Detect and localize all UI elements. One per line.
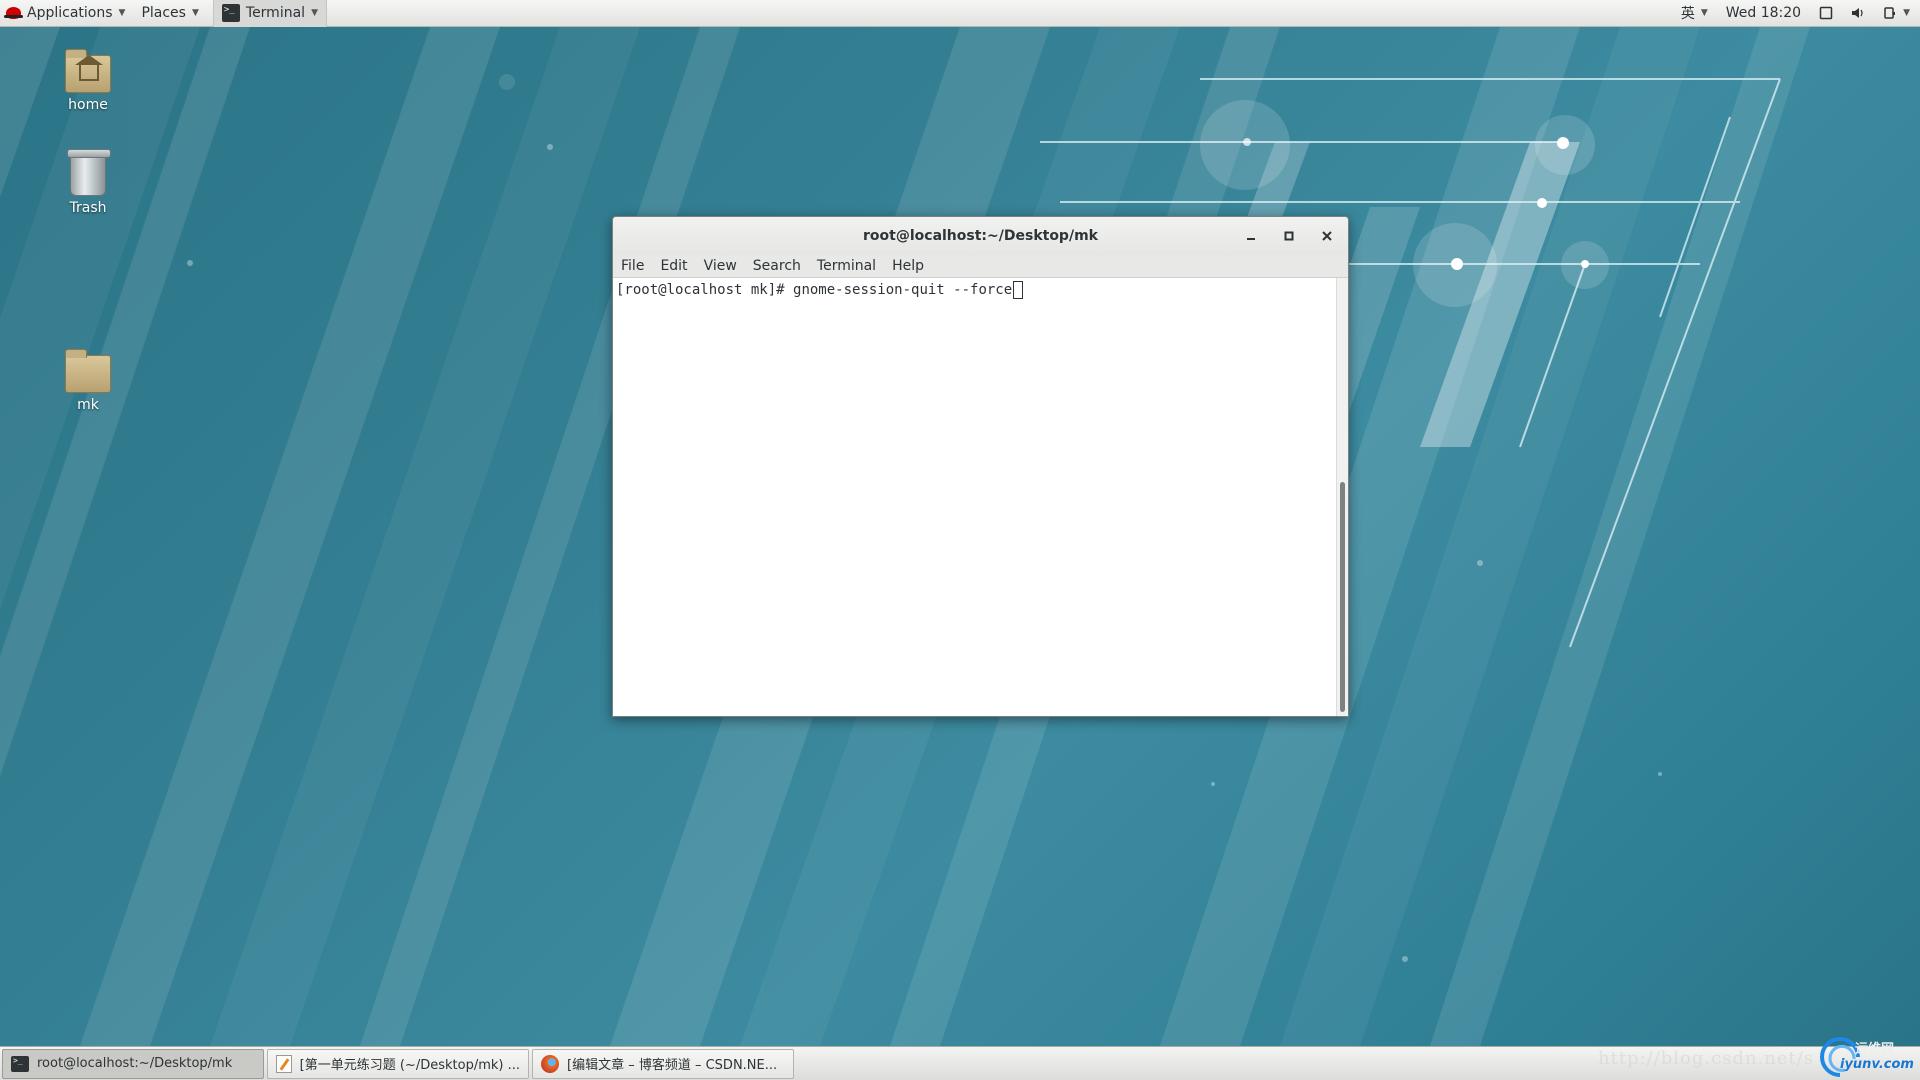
window-titlebar[interactable]: root@localhost:~/Desktop/mk (613, 217, 1348, 255)
places-menu-label: Places (141, 5, 186, 21)
taskbar-item-label: [编辑文章 – 博客频道 – CSDN.NE... (567, 1058, 778, 1073)
maximize-icon (1284, 231, 1294, 241)
volume-icon[interactable] (1851, 6, 1865, 20)
redhat-logo-icon (4, 7, 23, 19)
top-panel: Applications ▼ Places ▼ >_ Terminal ▼ 英 … (0, 0, 1920, 27)
taskbar-item-terminal[interactable]: >_ root@localhost:~/Desktop/mk (2, 1048, 264, 1079)
chevron-down-icon: ▼ (1700, 8, 1708, 18)
applications-menu[interactable]: Applications ▼ (0, 0, 133, 27)
terminal-menubar: File Edit View Search Terminal Help (613, 255, 1348, 278)
terminal-icon: >_ (221, 4, 240, 22)
minimize-button[interactable] (1238, 225, 1264, 247)
places-menu[interactable]: Places ▼ (133, 0, 206, 27)
scrollbar-thumb[interactable] (1340, 482, 1345, 712)
menu-terminal[interactable]: Terminal (817, 258, 876, 274)
scrollbar[interactable] (1336, 278, 1348, 716)
menu-help[interactable]: Help (892, 258, 924, 274)
menu-edit[interactable]: Edit (660, 258, 687, 274)
close-button[interactable] (1314, 225, 1340, 247)
chevron-down-icon: ▼ (191, 8, 199, 18)
desktop-icon-trash[interactable]: Trash (43, 149, 133, 216)
menu-view[interactable]: View (704, 258, 737, 274)
typed-command: gnome-session-quit --force (793, 282, 1013, 298)
terminal-app-menu[interactable]: >_ Terminal ▼ (212, 0, 327, 27)
applications-menu-label: Applications (27, 5, 113, 21)
watermark-url: http://blog.csdn.net/s (1598, 1048, 1815, 1069)
window-icon[interactable] (1819, 6, 1833, 20)
chevron-down-icon: ▼ (311, 8, 318, 18)
menu-file[interactable]: File (621, 258, 644, 274)
input-method-indicator[interactable]: 英 ▼ (1681, 3, 1708, 23)
terminal-output-area[interactable]: [root@localhost mk]# gnome-session-quit … (613, 278, 1348, 716)
close-icon (1322, 231, 1332, 241)
power-icon (1884, 7, 1896, 19)
desktop-icon-home[interactable]: home (43, 49, 133, 113)
clock[interactable]: Wed 18:20 (1726, 5, 1801, 21)
desktop-icon-label: mk (77, 397, 99, 413)
taskbar-item-label: root@localhost:~/Desktop/mk (37, 1056, 233, 1071)
menu-search[interactable]: Search (753, 258, 801, 274)
minimize-icon (1247, 238, 1255, 240)
terminal-app-menu-label: Terminal (245, 5, 306, 21)
terminal-window: root@localhost:~/Desktop/mk File Edit Vi… (612, 216, 1349, 717)
logo-text-bottom: iyunv.com (1840, 1057, 1914, 1072)
input-method-label: 英 (1680, 6, 1695, 22)
taskbar-item-text-editor[interactable]: [第一单元练习题 (~/Desktop/mk) ... (267, 1048, 529, 1079)
terminal-icon: >_ (11, 1055, 29, 1072)
folder-icon (65, 349, 111, 393)
text-editor-icon (276, 1054, 292, 1073)
window-title: root@localhost:~/Desktop/mk (863, 228, 1098, 244)
desktop-icon-label: home (68, 97, 108, 113)
home-folder-icon (65, 49, 111, 93)
maximize-button[interactable] (1276, 225, 1302, 247)
system-menu[interactable]: ▼ (1883, 6, 1910, 20)
taskbar-item-label: [第一单元练习题 (~/Desktop/mk) ... (299, 1058, 520, 1073)
desktop-icon-label: Trash (69, 200, 107, 216)
chevron-down-icon: ▼ (1903, 8, 1910, 18)
terminal-command-line: [root@localhost mk]# gnome-session-quit … (616, 281, 1024, 299)
shell-prompt: [root@localhost mk]# (616, 282, 794, 298)
taskbar-item-firefox[interactable]: [编辑文章 – 博客频道 – CSDN.NE... (532, 1048, 794, 1079)
firefox-icon (541, 1054, 559, 1073)
trash-icon (67, 149, 111, 196)
desktop-icon-mk[interactable]: mk (43, 349, 133, 413)
logo-text-top: 运维网 (1855, 1042, 1895, 1057)
text-cursor (1013, 281, 1024, 299)
chevron-down-icon: ▼ (118, 8, 126, 18)
